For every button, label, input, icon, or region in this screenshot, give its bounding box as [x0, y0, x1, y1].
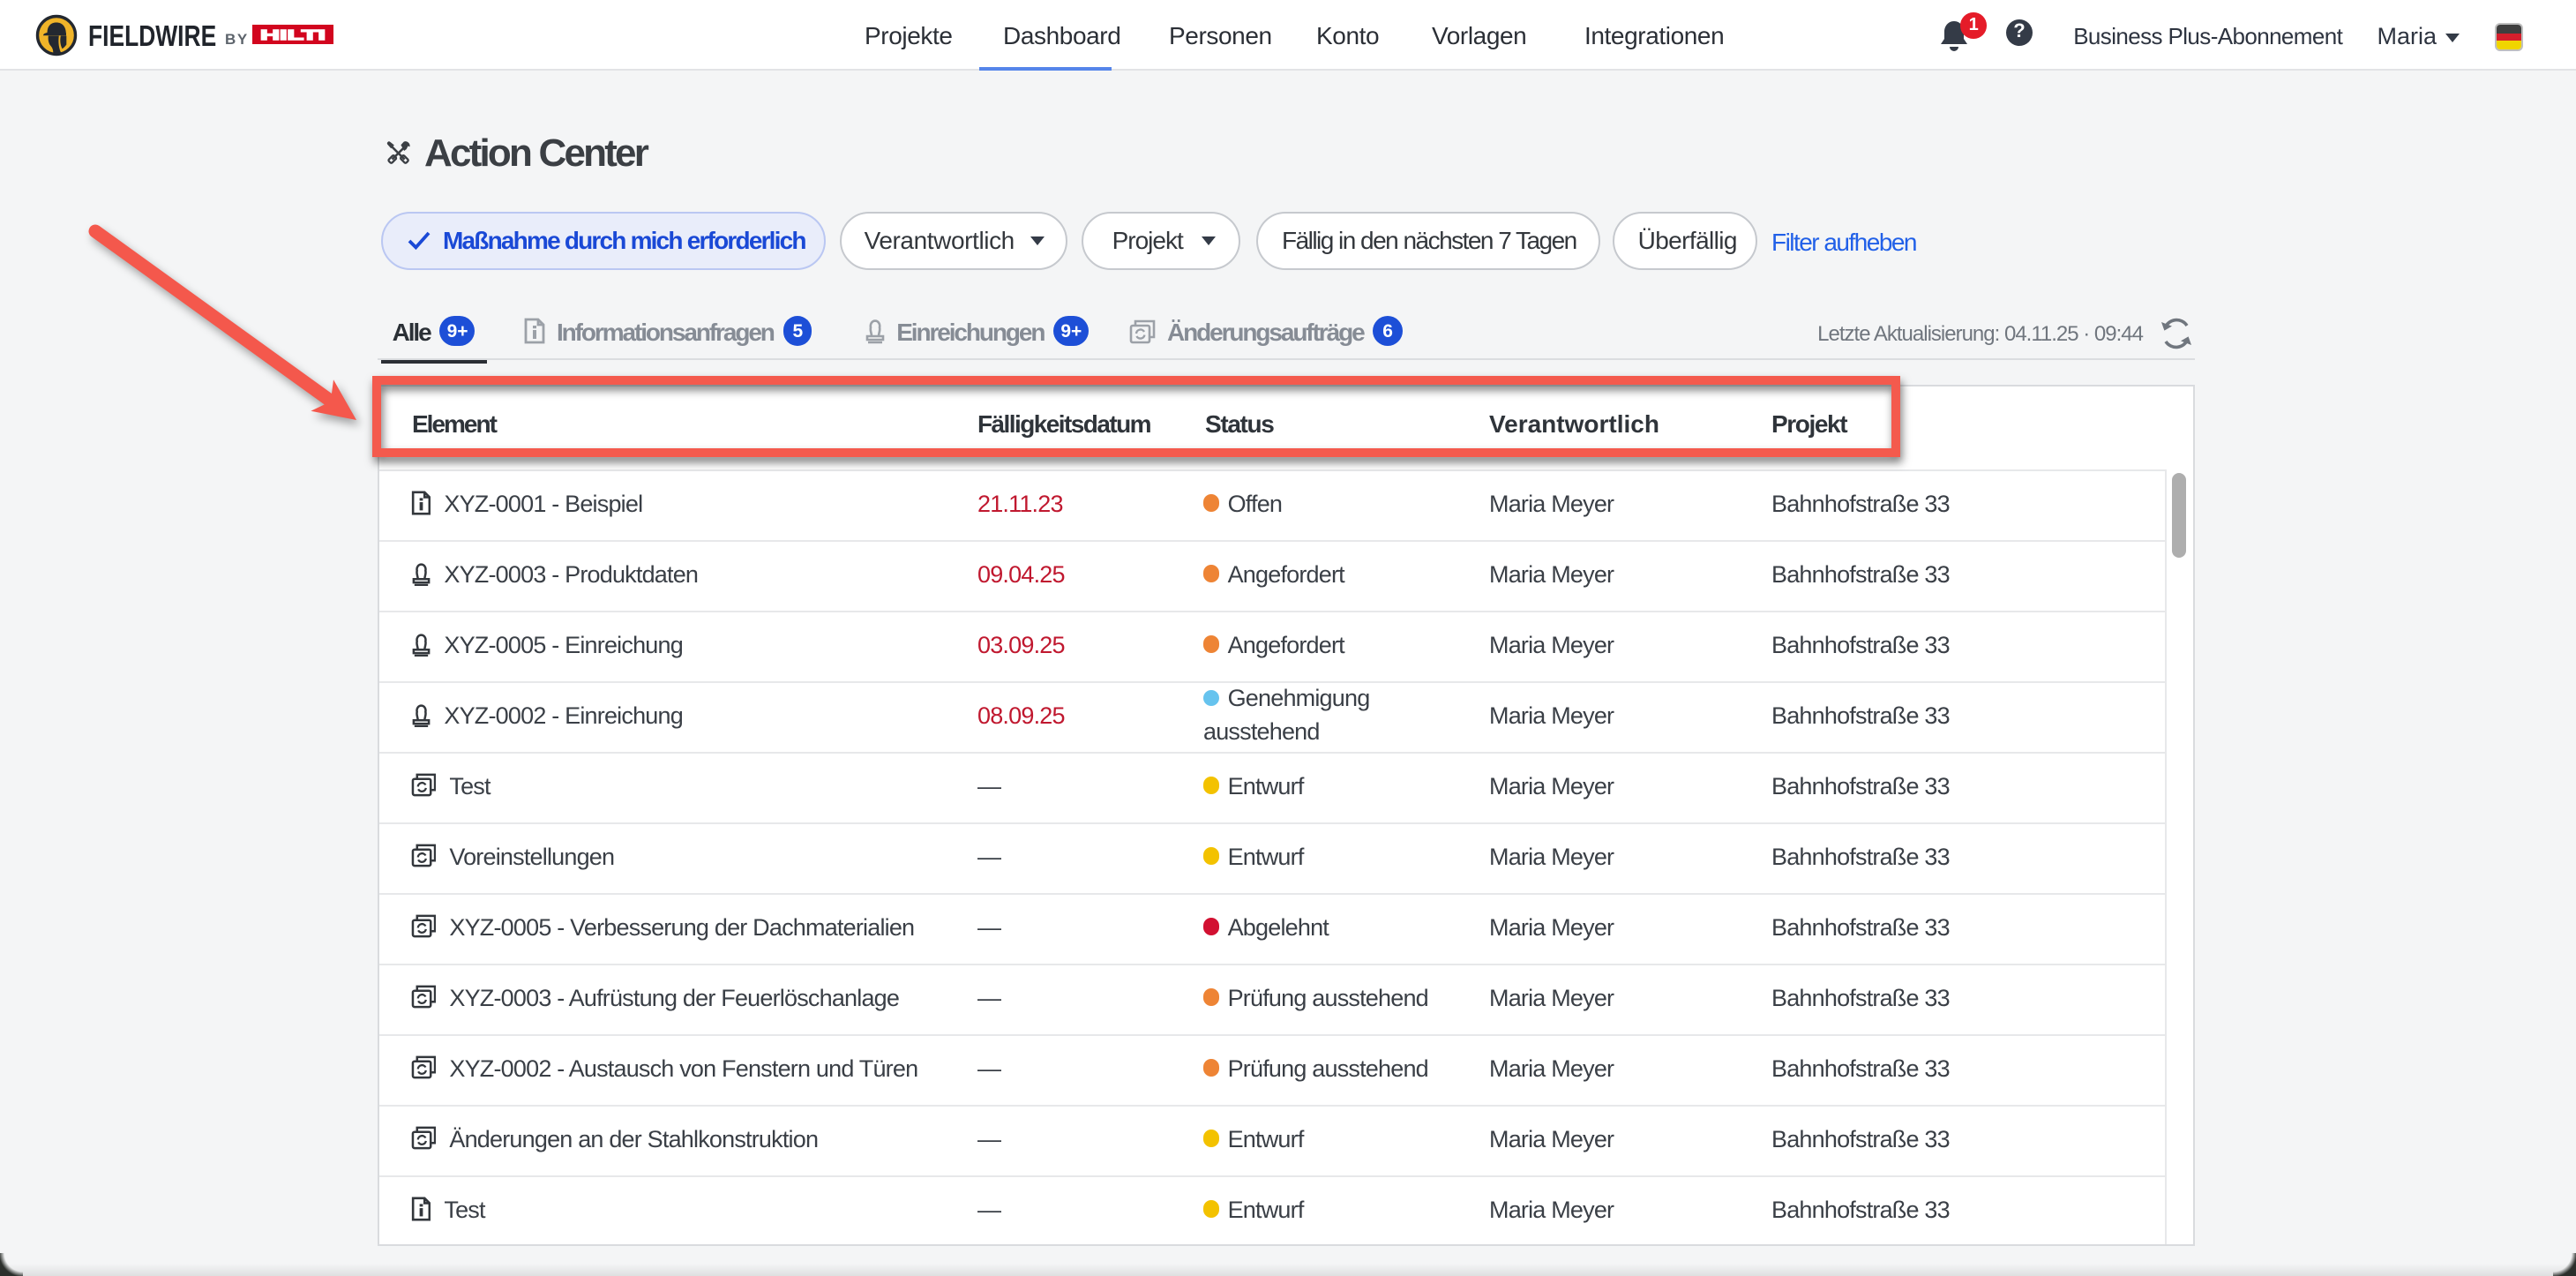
svg-text:HILTI: HILTI: [260, 27, 326, 42]
svg-text:FIELDWIRE: FIELDWIRE: [88, 26, 216, 49]
